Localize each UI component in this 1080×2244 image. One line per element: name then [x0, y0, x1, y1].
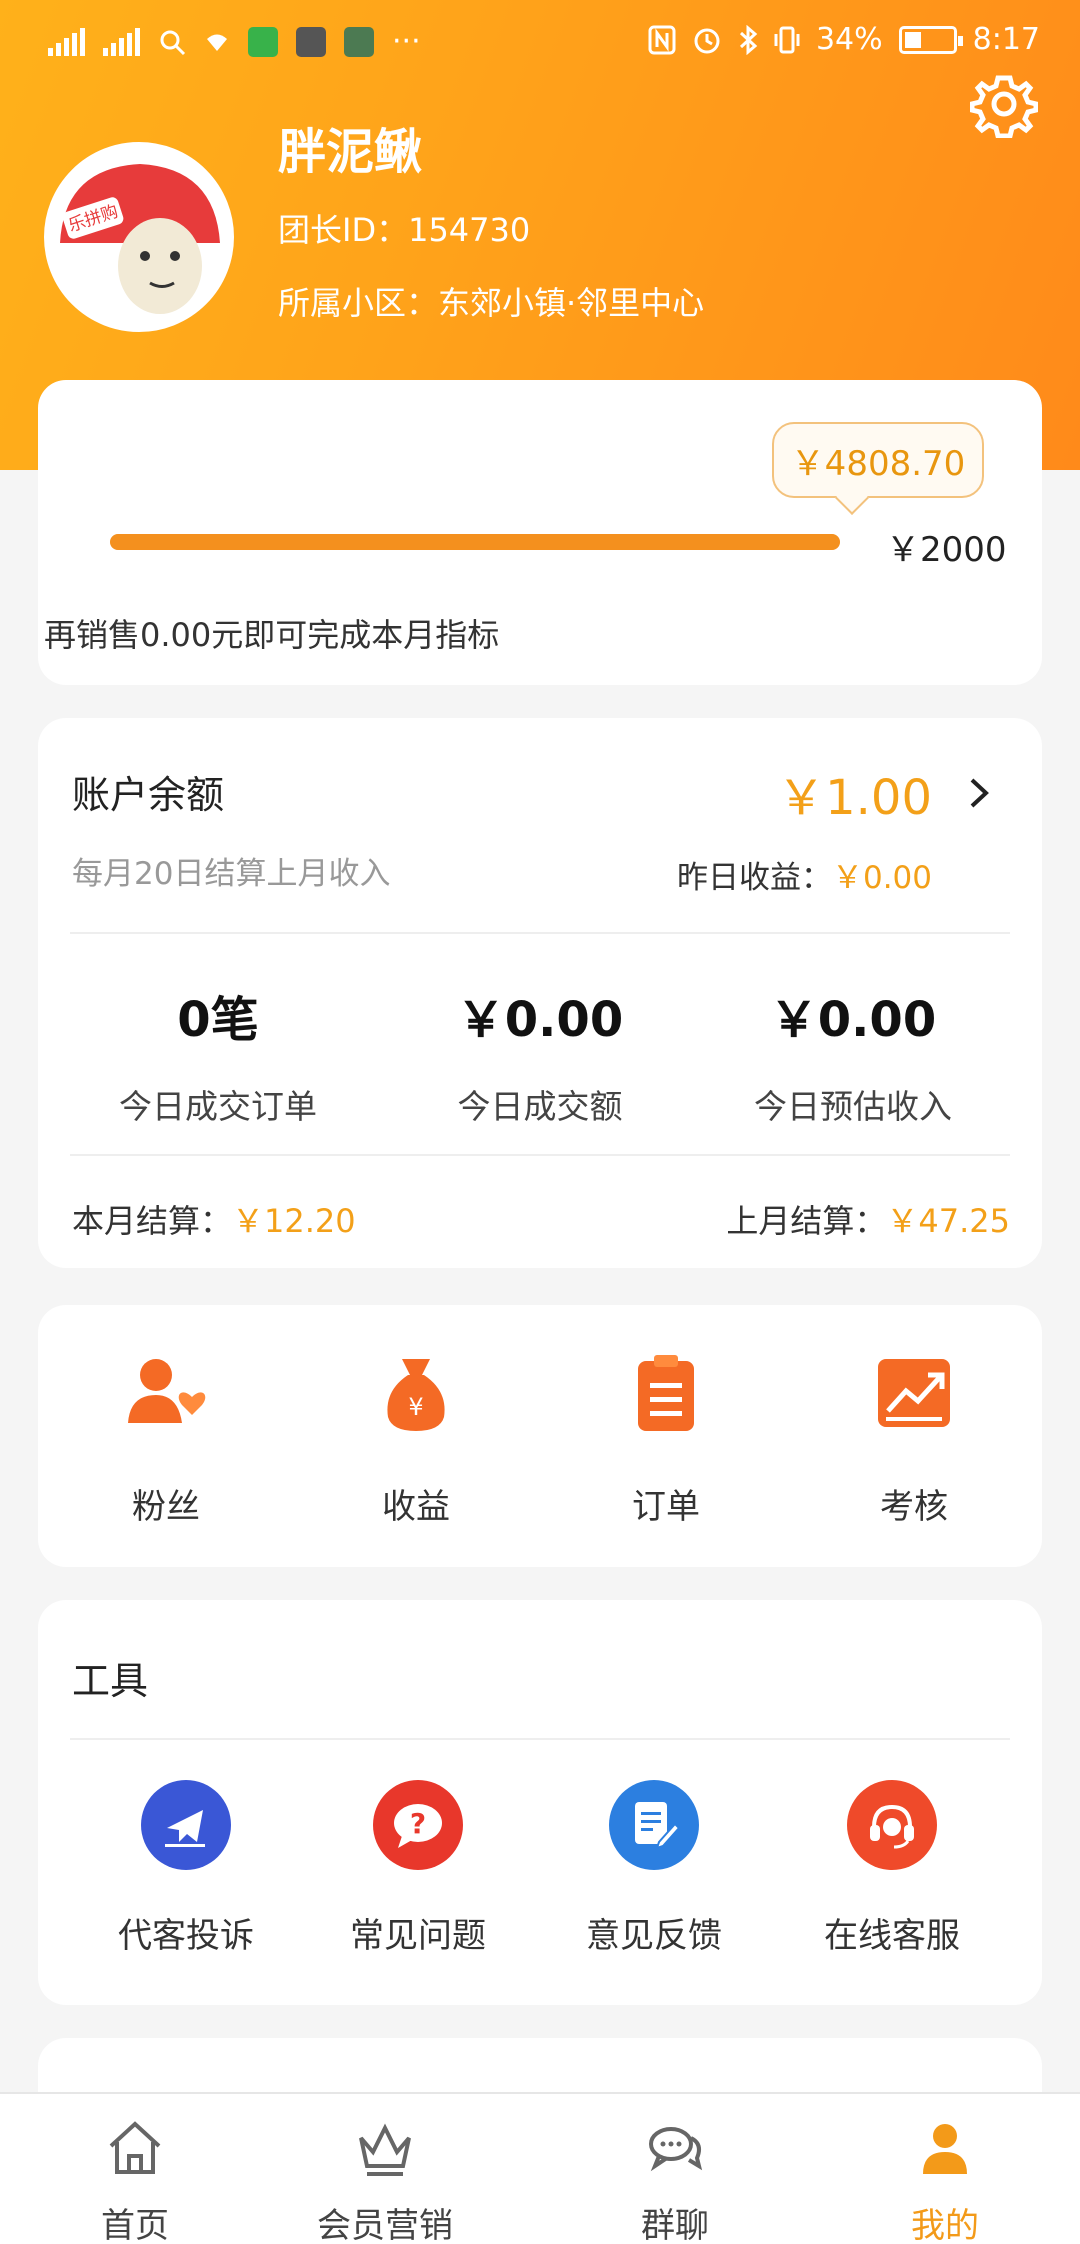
shield-icon — [344, 26, 374, 57]
question-bubble-icon: ? — [373, 1780, 463, 1870]
chevron-right-icon[interactable] — [962, 776, 996, 810]
yesterday-earnings-label: 昨日收益： — [676, 860, 832, 896]
leader-id: 团长ID：154730 — [278, 211, 531, 249]
settlement-rule-text: 每月20日结算上月收入 — [72, 856, 391, 892]
signal-strength-icon — [103, 27, 140, 56]
tab-label: 我的 — [911, 2206, 979, 2244]
search-icon — [160, 30, 186, 55]
wifi-icon — [207, 34, 227, 51]
account-balance-title: 账户余额 — [72, 773, 225, 817]
vibrate-icon — [774, 26, 800, 53]
home-icon — [109, 2121, 161, 2174]
tools-title: 工具 — [72, 1659, 149, 1703]
nfc-icon — [648, 25, 676, 54]
battery-icon — [898, 25, 963, 54]
divider — [70, 932, 1010, 934]
target-progress-bar — [110, 534, 840, 550]
account-balance-value: ￥1.00 — [777, 770, 932, 826]
chat-bubbles-icon — [649, 2127, 703, 2172]
clock: 8:17 — [972, 22, 1040, 57]
more-notifications-icon: ··· — [392, 24, 421, 59]
alarm-icon — [694, 28, 720, 53]
svg-text:¥: ¥ — [408, 1393, 423, 1421]
community-name: 所属小区：东郊小镇·邻里中心 — [278, 284, 705, 322]
quick-action-fans[interactable]: 粉丝 — [66, 1345, 266, 1528]
this-month-settlement-value: ￥12.20 — [232, 1202, 356, 1240]
tab-label: 首页 — [101, 2206, 169, 2244]
sales-amount-bubble: ￥4808.70 — [772, 422, 984, 498]
fans-icon — [128, 1359, 206, 1423]
monthly-target-card: ￥4808.70 ￥2000 再销售0.00元即可完成本月指标 — [38, 380, 1042, 685]
quick-action-earnings[interactable]: ¥ 收益 — [316, 1345, 516, 1528]
complaint-mail-icon — [141, 1780, 231, 1870]
bottom-tab-bar: 首页 会员营销 群聊 我的 — [0, 2092, 1080, 2244]
stat-value: 0笔 — [177, 992, 259, 1048]
quick-action-label: 粉丝 — [132, 1487, 200, 1527]
money-bag-icon: ¥ — [387, 1359, 445, 1431]
divider — [70, 1154, 1010, 1156]
tool-feedback[interactable]: 意见反馈 — [544, 1780, 764, 1957]
svg-text:?: ? — [410, 1807, 426, 1840]
this-month-settlement: 本月结算：￥12.20 — [72, 1196, 356, 1242]
stat-today-orders: 0笔 今日成交订单 — [68, 980, 368, 1128]
tool-label: 在线客服 — [824, 1916, 960, 1956]
media-notification-icon — [296, 26, 326, 57]
tool-customer-complaint[interactable]: 代客投诉 — [76, 1780, 296, 1957]
tools-card: 工具 代客投诉 ? 常见问题 意见反馈 在线客服 — [38, 1600, 1042, 2005]
tool-faq[interactable]: ? 常见问题 — [308, 1780, 528, 1957]
tab-member-marketing[interactable]: 会员营销 — [280, 2116, 490, 2244]
user-name: 胖泥鳅 — [278, 124, 423, 180]
yesterday-earnings: 昨日收益：￥0.00 — [677, 852, 932, 897]
tool-label: 常见问题 — [350, 1916, 486, 1956]
feedback-doc-icon — [609, 1780, 699, 1870]
stat-label: 今日成交额 — [457, 1087, 623, 1126]
settings-gear-icon[interactable] — [970, 70, 1038, 138]
stat-today-sales: ￥0.00 今日成交额 — [390, 980, 690, 1128]
quick-action-label: 订单 — [632, 1487, 700, 1527]
this-month-settlement-label: 本月结算： — [72, 1202, 233, 1240]
stat-label: 今日预估收入 — [754, 1087, 952, 1126]
tab-label: 会员营销 — [317, 2206, 453, 2244]
target-goal-value: ￥2000 — [886, 530, 1007, 570]
last-month-settlement-value: ￥47.25 — [886, 1202, 1010, 1240]
avatar[interactable]: 乐拼购 — [44, 142, 234, 332]
user-icon — [923, 2124, 967, 2174]
quick-actions-card: 粉丝 ¥ 收益 订单 考核 — [38, 1305, 1042, 1567]
tab-mine[interactable]: 我的 — [840, 2116, 1050, 2244]
last-month-settlement-label: 上月结算： — [726, 1202, 887, 1240]
order-clipboard-icon — [638, 1355, 694, 1431]
battery-percent: 34% — [815, 22, 883, 57]
tool-online-support[interactable]: 在线客服 — [782, 1780, 1002, 1957]
tab-group-chat[interactable]: 群聊 — [570, 2116, 780, 2244]
target-progress-fill — [110, 534, 840, 550]
quick-action-label: 收益 — [382, 1487, 450, 1527]
chart-trend-icon — [878, 1359, 950, 1427]
app-notification-icon — [248, 26, 278, 57]
account-balance-card[interactable]: 账户余额 ￥1.00 每月20日结算上月收入 昨日收益：￥0.00 0笔 今日成… — [38, 718, 1042, 1268]
quick-action-label: 考核 — [880, 1487, 948, 1527]
target-remaining-note: 再销售0.00元即可完成本月指标 — [44, 616, 500, 654]
quick-action-assessment[interactable]: 考核 — [814, 1345, 1014, 1528]
tab-label: 群聊 — [641, 2206, 709, 2244]
divider — [70, 1738, 1010, 1740]
last-month-settlement: 上月结算：￥47.25 — [726, 1196, 1010, 1242]
status-bar: ··· 34% 8:17 — [0, 0, 1080, 86]
headset-icon — [847, 1780, 937, 1870]
tab-home[interactable]: 首页 — [30, 2116, 240, 2244]
stat-value: ￥0.00 — [456, 992, 624, 1048]
signal-strength-icon — [48, 27, 85, 56]
tool-label: 代客投诉 — [118, 1916, 254, 1956]
crown-icon — [359, 2123, 411, 2176]
yesterday-earnings-value: ￥0.00 — [831, 860, 932, 896]
stat-label: 今日成交订单 — [119, 1087, 317, 1126]
bluetooth-icon — [739, 24, 758, 55]
avatar-meme-image: 乐拼购 — [50, 148, 228, 326]
stat-today-estimated-income: ￥0.00 今日预估收入 — [703, 980, 1003, 1128]
quick-action-orders[interactable]: 订单 — [566, 1345, 766, 1528]
stat-value: ￥0.00 — [769, 992, 937, 1048]
tool-label: 意见反馈 — [586, 1916, 722, 1956]
